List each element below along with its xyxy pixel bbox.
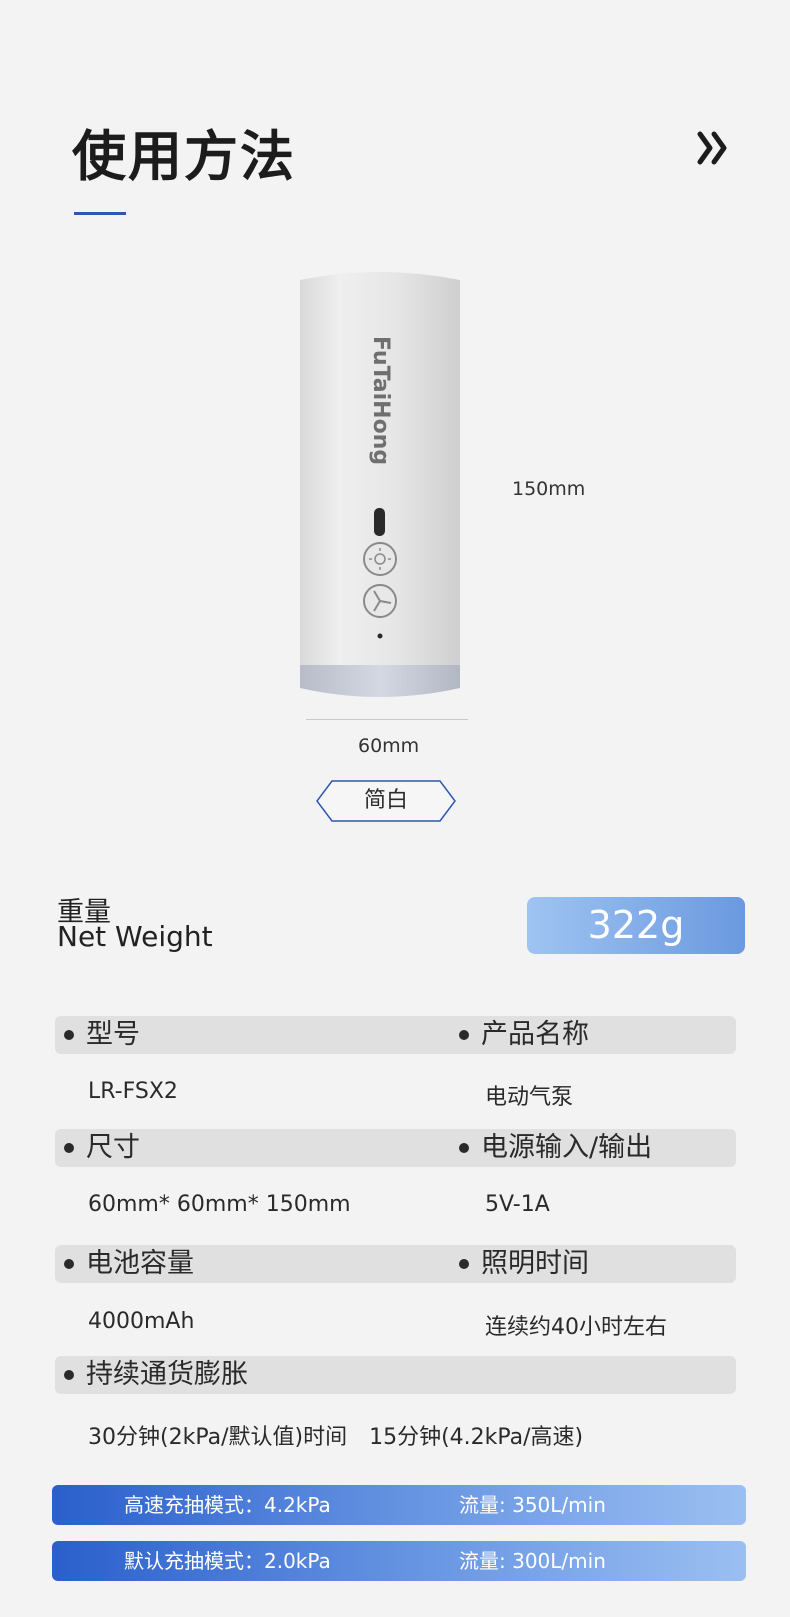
weight-value: 322g (527, 897, 745, 954)
spec-bar (55, 1016, 736, 1054)
mode-label: 高速充抽模式：4.2kPa (124, 1493, 331, 1517)
fan-button-icon (363, 584, 397, 618)
spec-value: LR-FSX2 (88, 1079, 178, 1104)
spec-value: 电动气泵 (485, 1085, 574, 1110)
spec-heading: 电源输入/输出 (459, 1129, 652, 1167)
double-chevron-right-icon[interactable] (697, 128, 731, 168)
spec-heading: 尺寸 (64, 1129, 140, 1167)
product-brand-text: FuTaiHong (368, 336, 393, 465)
mode-bar-high: 高速充抽模式：4.2kPa 流量: 350L/min (52, 1485, 746, 1525)
spec-heading: 照明时间 (459, 1245, 589, 1283)
spec-value: 5V-1A (485, 1192, 550, 1217)
page-title: 使用方法 (72, 125, 296, 188)
color-option-label: 简白 (363, 788, 408, 813)
mode-label: 默认充抽模式：2.0kPa (124, 1549, 331, 1573)
spec-heading: 产品名称 (459, 1016, 589, 1054)
flow-label: 流量: 300L/min (459, 1549, 606, 1573)
spec-heading: 电池容量 (64, 1245, 194, 1283)
mode-bar-default: 默认充抽模式：2.0kPa 流量: 300L/min (52, 1541, 746, 1581)
title-underline (74, 212, 126, 215)
weight-label-en: Net Weight (57, 920, 213, 953)
spec-value: 4000mAh (88, 1309, 195, 1334)
spec-value: 连续约40小时左右 (485, 1315, 667, 1340)
spec-heading: 型号 (64, 1016, 140, 1054)
spec-heading: 持续通货膨胀 (64, 1356, 248, 1394)
spec-value: 60mm* 60mm* 150mm (88, 1192, 351, 1217)
product-image: FuTaiHong (300, 272, 468, 720)
height-dimension: 150mm (512, 478, 586, 500)
flow-label: 流量: 350L/min (459, 1493, 606, 1517)
width-dimension: 60mm (358, 735, 420, 757)
light-button-icon (363, 542, 397, 576)
spec-value: 30分钟(2kPa/默认值)时间 15分钟(4.2kPa/高速) (88, 1425, 584, 1450)
